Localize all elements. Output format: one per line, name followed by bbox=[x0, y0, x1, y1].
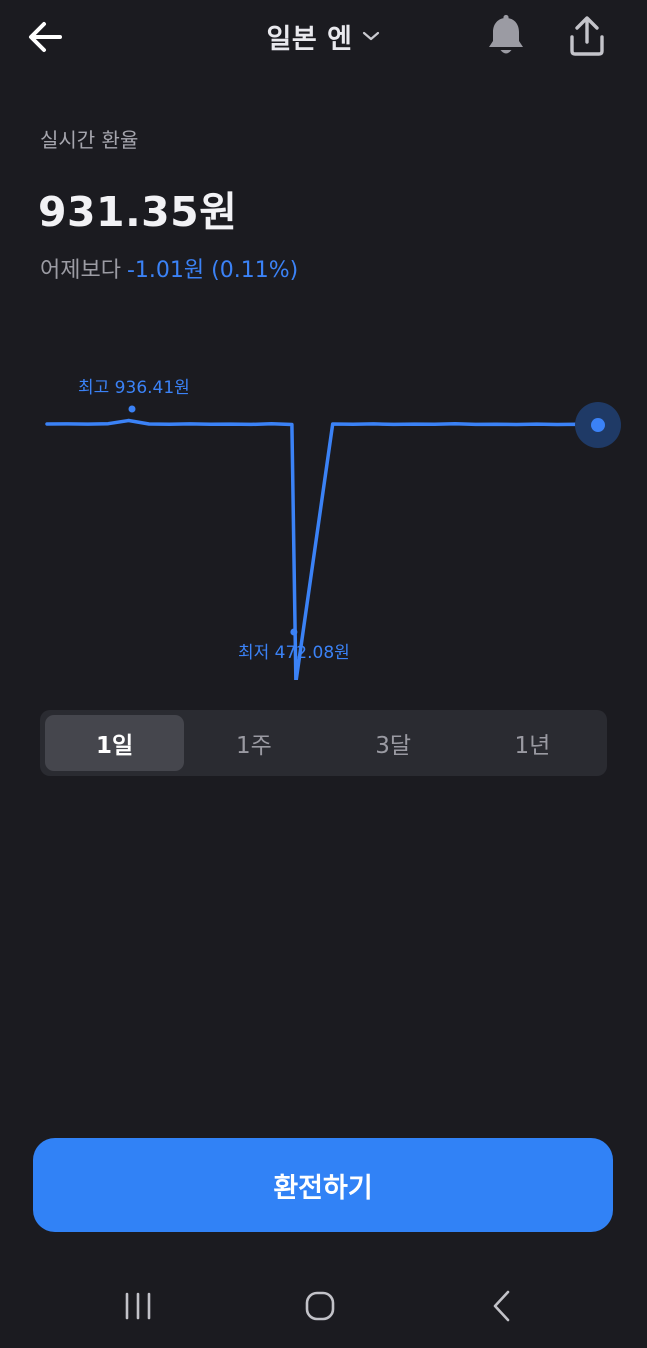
tab-3-months[interactable]: 3달 bbox=[324, 715, 463, 771]
recent-apps-icon bbox=[125, 1292, 151, 1320]
recent-apps-button[interactable] bbox=[120, 1290, 156, 1322]
period-tabs: 1일 1주 3달 1년 bbox=[40, 710, 607, 776]
share-button[interactable] bbox=[562, 12, 612, 60]
home-button[interactable] bbox=[300, 1286, 340, 1326]
nav-back-icon bbox=[493, 1290, 510, 1322]
rate-chart: 최고 936.41원 최저 472.08원 bbox=[45, 378, 621, 680]
current-point-dot bbox=[591, 418, 605, 433]
exchange-rate-screen: 일본 엔 실시간 환율 931.35원 어제보다 -1.01원 (0.11%) … bbox=[0, 0, 647, 1348]
tab-1-year[interactable]: 1년 bbox=[463, 715, 602, 771]
currency-title: 일본 엔 bbox=[266, 23, 353, 55]
change-value: -1.01원 (0.11%) bbox=[126, 258, 299, 283]
change-label: 어제보다 bbox=[40, 258, 121, 283]
low-point-dot bbox=[290, 628, 298, 636]
rate-line bbox=[45, 418, 600, 680]
tab-1-week[interactable]: 1주 bbox=[184, 715, 323, 771]
bell-icon bbox=[489, 14, 523, 54]
rate-value: 931.35원 bbox=[38, 188, 238, 236]
tab-1-day[interactable]: 1일 bbox=[45, 715, 185, 771]
rate-label: 실시간 환율 bbox=[40, 128, 139, 152]
currency-selector[interactable]: 일본 엔 bbox=[0, 14, 647, 58]
exchange-button[interactable]: 환전하기 bbox=[33, 1138, 613, 1232]
home-icon bbox=[305, 1291, 335, 1321]
chevron-down-icon bbox=[363, 31, 380, 41]
high-point-dot bbox=[128, 405, 136, 413]
low-label: 최저 472.08원 bbox=[238, 643, 350, 663]
high-label: 최고 936.41원 bbox=[78, 378, 190, 398]
system-back-button[interactable] bbox=[484, 1286, 520, 1326]
alert-button[interactable] bbox=[483, 12, 529, 60]
change-row: 어제보다 -1.01원 (0.11%) bbox=[40, 252, 298, 284]
share-icon bbox=[570, 16, 604, 56]
